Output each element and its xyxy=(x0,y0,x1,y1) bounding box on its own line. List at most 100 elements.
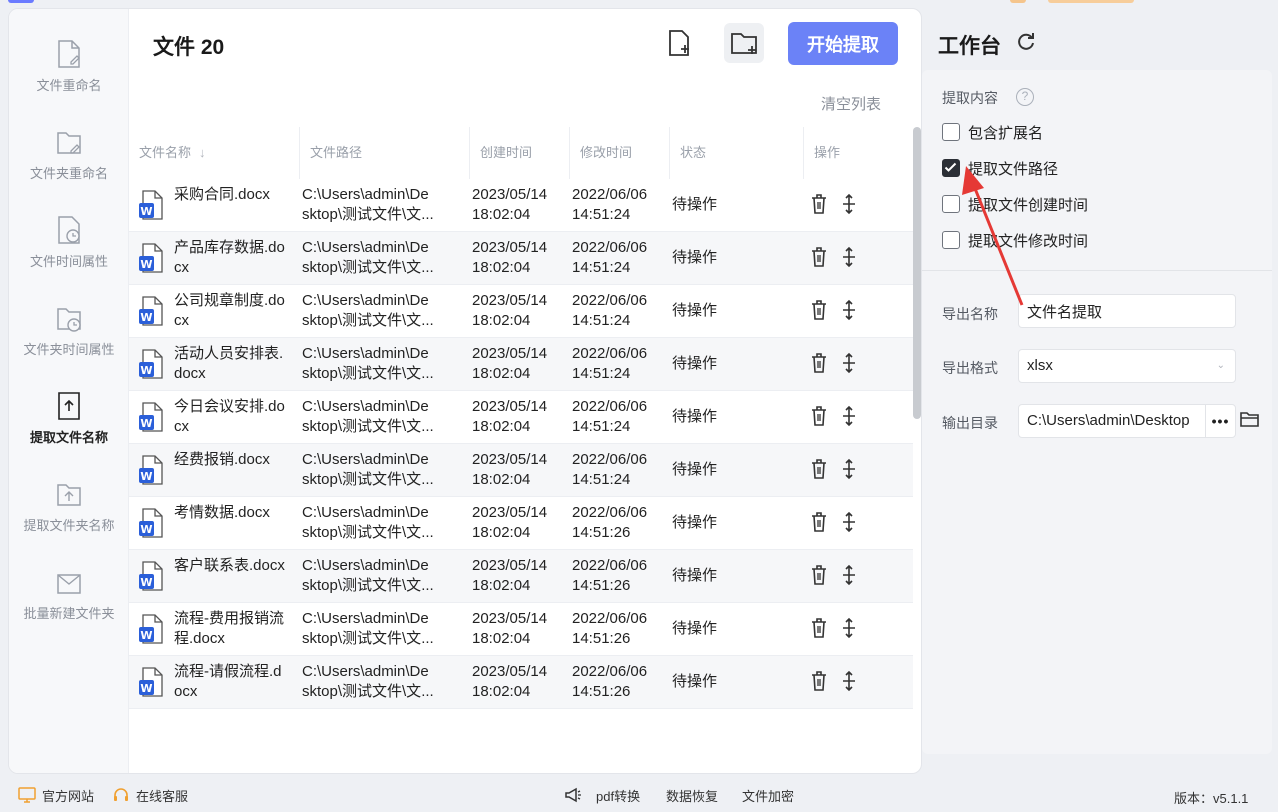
modified-date: 2022/06/06 xyxy=(572,451,648,468)
table-row[interactable]: W 活动人员安排表.docx C:\Users\admin\De sktop\测试文件… xyxy=(129,338,913,391)
svg-text:W: W xyxy=(140,417,152,430)
move-icon[interactable] xyxy=(839,617,859,639)
file-encrypt-link[interactable]: 文件加密 xyxy=(742,786,794,805)
svg-text:W: W xyxy=(140,258,152,271)
table-row[interactable]: W 经费报销.docx C:\Users\admin\De sktop\测试文件\文.… xyxy=(129,444,913,497)
sidebar-item-file-time[interactable]: 文件时间属性 xyxy=(9,215,129,295)
trash-icon[interactable] xyxy=(809,246,829,268)
move-icon[interactable] xyxy=(839,511,859,533)
file-path-line: sktop\测试文件\文... xyxy=(302,259,434,276)
sidebar-item-extract-folder-name[interactable]: 提取文件夹名称 xyxy=(9,479,129,559)
vip-badge[interactable] xyxy=(1048,0,1134,3)
trash-icon[interactable] xyxy=(809,405,829,427)
trash-icon[interactable] xyxy=(809,458,829,480)
modified-date: 2022/06/06 xyxy=(572,504,648,521)
status-text: 待操作 xyxy=(672,567,718,584)
table-row[interactable]: W 公司规章制度.docx C:\Users\admin\De sktop\测试文件\… xyxy=(129,285,913,338)
word-doc-icon: W xyxy=(139,296,163,326)
modified-date: 2022/06/06 xyxy=(572,186,648,203)
table-row[interactable]: W 流程-请假流程.docx C:\Users\admin\De sktop\测试文件… xyxy=(129,656,913,709)
table-row[interactable]: W 采购合同.docx C:\Users\admin\De sktop\测试文件\文.… xyxy=(129,179,913,232)
move-icon[interactable] xyxy=(839,564,859,586)
online-service-link[interactable]: 在线客服 xyxy=(136,786,188,805)
move-icon[interactable] xyxy=(839,405,859,427)
move-icon[interactable] xyxy=(839,246,859,268)
sidebar-item-label: 提取文件名称 xyxy=(29,430,108,445)
file-name: 活动人员安排表.docx xyxy=(174,345,284,382)
trash-icon[interactable] xyxy=(809,564,829,586)
add-folder-button[interactable] xyxy=(724,23,764,63)
created-clock: 18:02:04 xyxy=(472,683,531,700)
checkbox[interactable] xyxy=(942,123,960,141)
trash-icon[interactable] xyxy=(809,670,829,692)
move-icon[interactable] xyxy=(839,352,859,374)
data-recovery-link[interactable]: 数据恢复 xyxy=(666,786,718,805)
created-clock: 18:02:04 xyxy=(472,524,531,541)
status-text: 待操作 xyxy=(672,249,718,266)
sidebar-item-folder-time[interactable]: 文件夹时间属性 xyxy=(9,303,129,383)
file-path-line: C:\Users\admin\De xyxy=(302,239,429,256)
created-time: 2023/05/14 18:02:04 xyxy=(472,397,567,437)
start-extract-button[interactable]: 开始提取 xyxy=(788,22,898,65)
table-row[interactable]: W 客户联系表.docx C:\Users\admin\De sktop\测试文件\文… xyxy=(129,550,913,603)
sidebar-item-batch-folder[interactable]: 批量新建文件夹 xyxy=(9,567,129,647)
column-header-path: 文件路径 xyxy=(299,127,469,179)
sidebar-item-folder-rename[interactable]: 文件夹重命名 xyxy=(9,127,129,207)
option-label: 提取文件创建时间 xyxy=(968,197,1089,214)
column-label: 操作 xyxy=(814,145,841,160)
modified-clock: 14:51:26 xyxy=(572,683,631,700)
export-format-select[interactable]: xlsx ⌄ xyxy=(1018,349,1236,383)
checkbox-checked[interactable] xyxy=(942,159,960,177)
sidebar-item-label: 提取文件夹名称 xyxy=(23,518,115,533)
workspace-title: 工作台 xyxy=(938,35,1001,58)
help-icon[interactable]: ? xyxy=(1016,88,1034,106)
pdf-convert-link[interactable]: pdf转换 xyxy=(596,786,640,805)
add-file-button[interactable] xyxy=(659,23,699,63)
browse-more-button[interactable]: ••• xyxy=(1205,405,1235,437)
sidebar-item-extract-file-name[interactable]: 提取文件名称 xyxy=(9,391,129,471)
clear-list-button[interactable]: 清空列表 xyxy=(821,93,881,114)
option-label: 包含扩展名 xyxy=(968,125,1044,142)
avatar[interactable] xyxy=(1010,0,1026,3)
sort-down-icon[interactable]: ↓ xyxy=(199,145,206,160)
main-panel: 文件重命名 文件夹重命名 文件时间属性 文件夹时间属性 提取文件名称 提取文件夹… xyxy=(8,8,922,774)
modified-clock: 14:51:24 xyxy=(572,365,631,382)
table-row[interactable]: W 产品库存数据.docx C:\Users\admin\De sktop\测试文件\… xyxy=(129,232,913,285)
move-icon[interactable] xyxy=(839,670,859,692)
output-dir-field[interactable]: C:\Users\admin\Desktop ••• xyxy=(1018,404,1236,438)
table-row[interactable]: W 今日会议安排.docx C:\Users\admin\De sktop\测试文件\… xyxy=(129,391,913,444)
output-dir-value: C:\Users\admin\Desktop xyxy=(1027,412,1190,429)
move-icon[interactable] xyxy=(839,193,859,215)
trash-icon[interactable] xyxy=(809,511,829,533)
checkmark-icon xyxy=(944,162,957,172)
sidebar-item-file-rename[interactable]: 文件重命名 xyxy=(9,39,129,119)
file-path: C:\Users\admin\De sktop\测试文件\文... xyxy=(302,238,452,278)
file-path: C:\Users\admin\De sktop\测试文件\文... xyxy=(302,556,452,596)
created-date: 2023/05/14 xyxy=(472,451,548,468)
table-row[interactable]: W 考情数据.docx C:\Users\admin\De sktop\测试文件\文.… xyxy=(129,497,913,550)
website-link[interactable]: 官方网站 xyxy=(42,786,94,805)
table-row[interactable]: W 流程-费用报销流程.docx C:\Users\admin\De sktop\测试… xyxy=(129,603,913,656)
file-name: 客户联系表.docx xyxy=(174,557,285,574)
column-header-name[interactable]: 文件名称 ↓ xyxy=(129,127,299,179)
checkbox[interactable] xyxy=(942,195,960,213)
checkbox[interactable] xyxy=(942,231,960,249)
created-clock: 18:02:04 xyxy=(472,471,531,488)
open-folder-icon[interactable] xyxy=(1240,410,1260,428)
file-path-line: C:\Users\admin\De xyxy=(302,292,429,309)
created-date: 2023/05/14 xyxy=(472,186,548,203)
table-scrollbar[interactable] xyxy=(913,127,921,419)
trash-icon[interactable] xyxy=(809,193,829,215)
trash-icon[interactable] xyxy=(809,617,829,639)
page-title: 文件 20 xyxy=(153,36,225,59)
created-time: 2023/05/14 18:02:04 xyxy=(472,609,567,649)
move-icon[interactable] xyxy=(839,299,859,321)
trash-icon[interactable] xyxy=(809,352,829,374)
modified-clock: 14:51:24 xyxy=(572,206,631,223)
created-time: 2023/05/14 18:02:04 xyxy=(472,662,567,702)
refresh-icon[interactable] xyxy=(1016,31,1036,51)
trash-icon[interactable] xyxy=(809,299,829,321)
move-icon[interactable] xyxy=(839,458,859,480)
export-name-input[interactable] xyxy=(1018,294,1236,328)
created-date: 2023/05/14 xyxy=(472,557,548,574)
